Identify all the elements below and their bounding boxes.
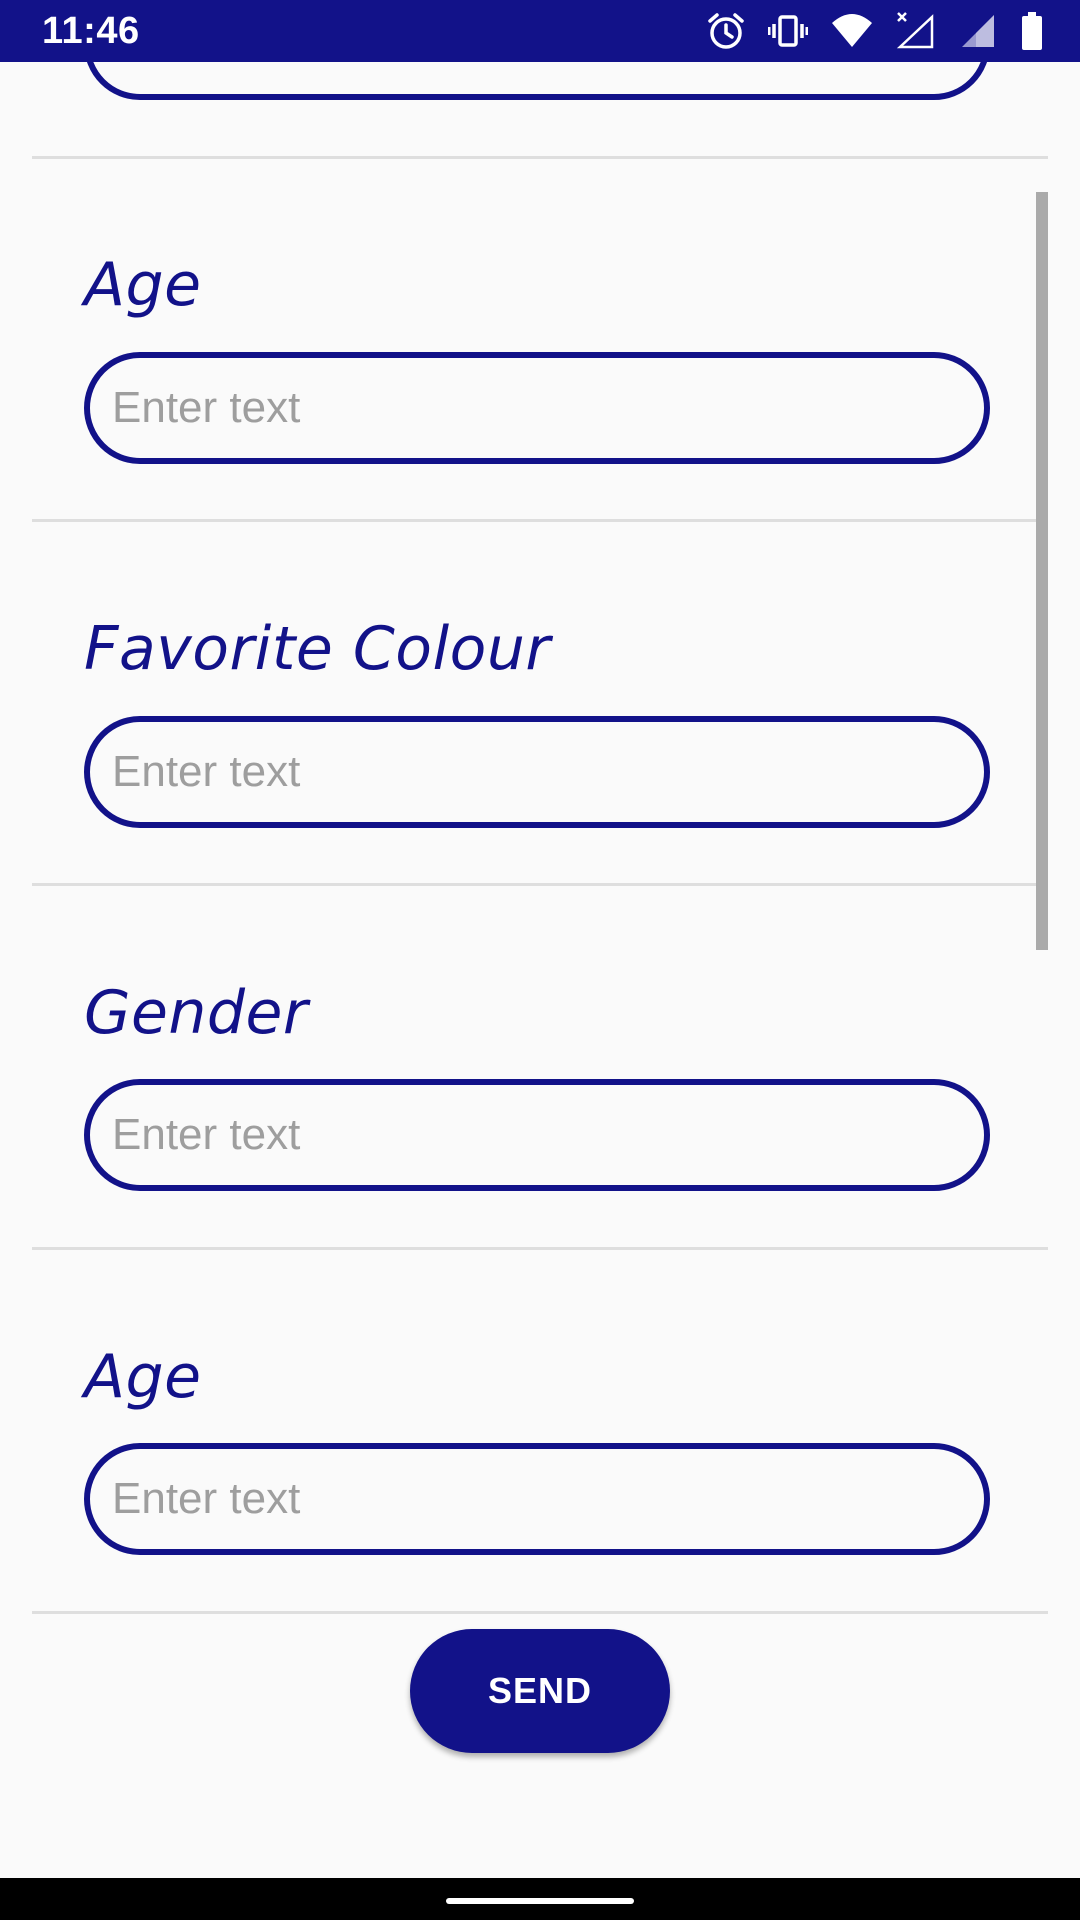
- status-bar: 11:46: [0, 0, 1080, 62]
- battery-icon: [1020, 11, 1044, 51]
- text-input-0[interactable]: [90, 62, 984, 94]
- age-field[interactable]: [84, 352, 990, 464]
- favorite-colour-field[interactable]: [84, 716, 990, 828]
- home-indicator[interactable]: [446, 1898, 634, 1904]
- cell-signal-icon: [958, 11, 998, 51]
- field-label-favorite-colour: Favorite Colour: [84, 614, 551, 684]
- wifi-icon: [830, 11, 874, 51]
- gender-field[interactable]: [84, 1079, 990, 1191]
- send-button[interactable]: SEND: [410, 1629, 670, 1753]
- divider: [32, 1611, 1048, 1614]
- no-signal-icon: [896, 11, 936, 51]
- age-input[interactable]: [90, 358, 984, 458]
- gender-input[interactable]: [90, 1085, 984, 1185]
- field-label-age: Age: [84, 250, 202, 320]
- text-field-0[interactable]: [84, 62, 990, 100]
- vibrate-icon: [768, 11, 808, 51]
- age-field-2[interactable]: [84, 1443, 990, 1555]
- divider: [32, 519, 1048, 522]
- status-time: 11:46: [42, 10, 140, 52]
- scrollbar[interactable]: [1036, 192, 1048, 950]
- form-scroll-area[interactable]: Age Favorite Colour Gender Age: [0, 62, 1080, 1878]
- divider: [32, 156, 1048, 159]
- field-label-gender: Gender: [84, 978, 309, 1048]
- status-icons: [706, 8, 1044, 54]
- age-input-2[interactable]: [90, 1449, 984, 1549]
- favorite-colour-input[interactable]: [90, 722, 984, 822]
- field-label-age-2: Age: [84, 1342, 202, 1412]
- divider: [32, 883, 1048, 886]
- divider: [32, 1247, 1048, 1250]
- alarm-icon: [706, 11, 746, 51]
